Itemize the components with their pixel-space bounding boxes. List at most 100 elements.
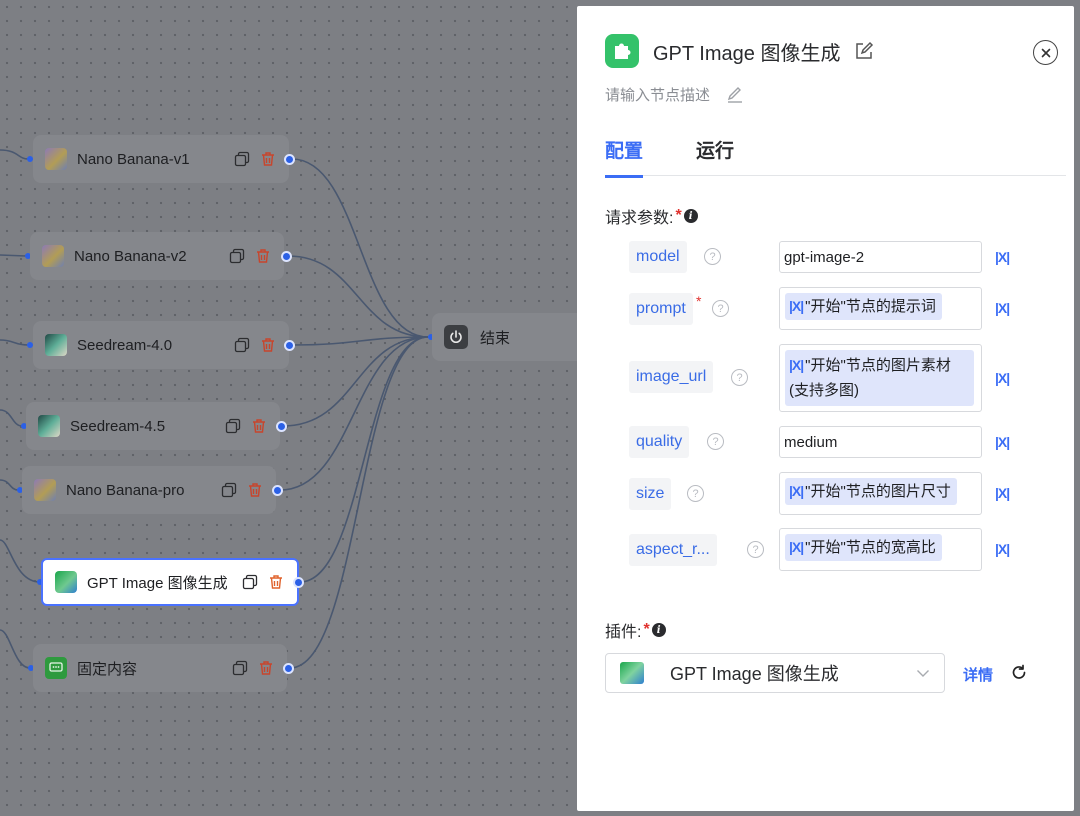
info-icon[interactable]: i <box>651 623 666 637</box>
node-thumbnail <box>34 479 56 501</box>
trash-icon[interactable] <box>267 573 285 591</box>
plugin-detail-link[interactable]: 详情 <box>963 664 993 685</box>
node-output-port[interactable] <box>272 485 283 496</box>
copy-icon[interactable] <box>220 481 238 499</box>
param-name: size <box>629 478 672 510</box>
param-row-model: model ? gpt-image-2 |X| <box>629 241 1069 273</box>
help-icon[interactable]: ? <box>687 485 704 502</box>
node-fixed-content[interactable]: 固定内容 <box>33 644 287 692</box>
copy-icon[interactable] <box>231 659 249 677</box>
param-row-prompt: prompt * ? |X| "开始"节点的提示词 |X| <box>629 287 1069 330</box>
trash-icon[interactable] <box>250 417 268 435</box>
node-label: Nano Banana-v1 <box>77 150 190 168</box>
variable-icon: |X| <box>789 539 804 555</box>
node-output-port[interactable] <box>276 421 287 432</box>
node-output-port[interactable] <box>284 154 295 165</box>
param-row-quality: quality ? medium |X| <box>629 426 1069 458</box>
plugin-select[interactable]: GPT Image 图像生成 <box>605 653 945 693</box>
node-gpt-image[interactable]: GPT Image 图像生成 <box>41 558 299 606</box>
variable-chip[interactable]: |X| "开始"节点的图片素材(支持多图) <box>785 350 974 406</box>
help-icon[interactable]: ? <box>712 300 729 317</box>
trash-icon[interactable] <box>259 336 277 354</box>
node-seedream-4-0[interactable]: Seedream-4.0 <box>33 321 289 369</box>
variable-insert-icon[interactable]: |X| <box>995 370 1010 386</box>
close-panel-button[interactable] <box>1033 40 1058 65</box>
help-icon[interactable]: ? <box>731 369 748 386</box>
variable-insert-icon[interactable]: |X| <box>995 300 1010 316</box>
node-config-panel: GPT Image 图像生成 请输入节点描述 配置 运行 请求参数: * i m… <box>577 6 1074 811</box>
variable-insert-icon[interactable]: |X| <box>995 434 1010 450</box>
node-output-port[interactable] <box>283 663 294 674</box>
param-name: prompt <box>629 293 693 325</box>
copy-icon[interactable] <box>233 150 251 168</box>
info-icon[interactable]: i <box>683 209 698 223</box>
copy-icon[interactable] <box>228 247 246 265</box>
node-label: 固定内容 <box>77 660 138 678</box>
node-thumbnail <box>38 415 60 437</box>
node-nano-banana-v2[interactable]: Nano Banana-v2 <box>30 232 284 280</box>
node-output-port[interactable] <box>293 577 304 588</box>
help-icon[interactable]: ? <box>704 248 721 265</box>
param-name: model <box>629 241 687 273</box>
copy-icon[interactable] <box>224 417 242 435</box>
node-thumbnail <box>45 334 67 356</box>
trash-icon[interactable] <box>259 150 277 168</box>
node-label: GPT Image 图像生成 <box>87 574 228 592</box>
variable-chip[interactable]: |X| "开始"节点的提示词 <box>785 293 942 320</box>
param-name: aspect_r... <box>629 534 717 566</box>
node-nano-banana-pro[interactable]: Nano Banana-pro <box>22 466 276 514</box>
chevron-down-icon <box>916 669 930 678</box>
help-icon[interactable]: ? <box>747 541 764 558</box>
variable-icon: |X| <box>789 483 804 499</box>
edit-title-icon[interactable] <box>854 41 874 61</box>
node-output-port[interactable] <box>281 251 292 262</box>
trash-icon[interactable] <box>254 247 272 265</box>
trash-icon[interactable] <box>246 481 264 499</box>
param-name: image_url <box>629 361 714 393</box>
copy-icon[interactable] <box>233 336 251 354</box>
tab-config[interactable]: 配置 <box>605 136 644 178</box>
plugin-image-icon <box>620 662 644 684</box>
tab-run[interactable]: 运行 <box>696 136 734 175</box>
param-value-input[interactable]: |X| "开始"节点的宽高比 <box>779 528 982 571</box>
param-value-input[interactable]: |X| "开始"节点的提示词 <box>779 287 982 330</box>
panel-tabs: 配置 运行 <box>605 136 1066 178</box>
plugin-logo-icon <box>605 34 639 68</box>
node-thumbnail <box>42 245 64 267</box>
node-label: Seedream-4.0 <box>77 336 173 354</box>
variable-chip[interactable]: |X| "开始"节点的图片尺寸 <box>785 478 957 505</box>
panel-header: GPT Image 图像生成 <box>605 34 874 68</box>
param-value-input[interactable]: gpt-image-2 <box>779 241 982 273</box>
variable-insert-icon[interactable]: |X| <box>995 541 1010 557</box>
node-label: Nano Banana-v2 <box>74 247 187 265</box>
node-thumbnail <box>55 571 77 593</box>
variable-icon: |X| <box>789 357 804 373</box>
node-end[interactable]: 结束 <box>432 313 582 361</box>
node-description-field[interactable]: 请输入节点描述 <box>605 84 744 105</box>
required-star: * <box>643 621 650 638</box>
variable-chip[interactable]: |X| "开始"节点的宽高比 <box>785 534 942 561</box>
node-label: 结束 <box>480 329 511 347</box>
param-name: quality <box>629 426 690 458</box>
node-output-port[interactable] <box>284 340 295 351</box>
request-params-label: 请求参数: * i <box>605 204 698 228</box>
variable-insert-icon[interactable]: |X| <box>995 485 1010 501</box>
node-seedream-4-5[interactable]: Seedream-4.5 <box>26 402 280 450</box>
param-value-input[interactable]: |X| "开始"节点的图片尺寸 <box>779 472 982 515</box>
power-icon <box>444 325 468 349</box>
trash-icon[interactable] <box>257 659 275 677</box>
param-value-input[interactable]: |X| "开始"节点的图片素材(支持多图) <box>779 344 982 412</box>
pencil-icon[interactable] <box>726 86 744 104</box>
refresh-icon[interactable] <box>1009 663 1029 683</box>
variable-icon: |X| <box>789 298 804 314</box>
node-nano-banana-v1[interactable]: Nano Banana-v1 <box>33 135 289 183</box>
node-label: Seedream-4.5 <box>70 417 166 435</box>
variable-insert-icon[interactable]: |X| <box>995 249 1010 265</box>
param-row-image-url: image_url ? |X| "开始"节点的图片素材(支持多图) |X| <box>629 344 1069 412</box>
required-star: * <box>696 293 702 309</box>
help-icon[interactable]: ? <box>707 433 724 450</box>
panel-title: GPT Image 图像生成 <box>653 42 841 65</box>
param-value-input[interactable]: medium <box>779 426 982 458</box>
copy-icon[interactable] <box>241 573 259 591</box>
node-label: Nano Banana-pro <box>66 481 185 499</box>
